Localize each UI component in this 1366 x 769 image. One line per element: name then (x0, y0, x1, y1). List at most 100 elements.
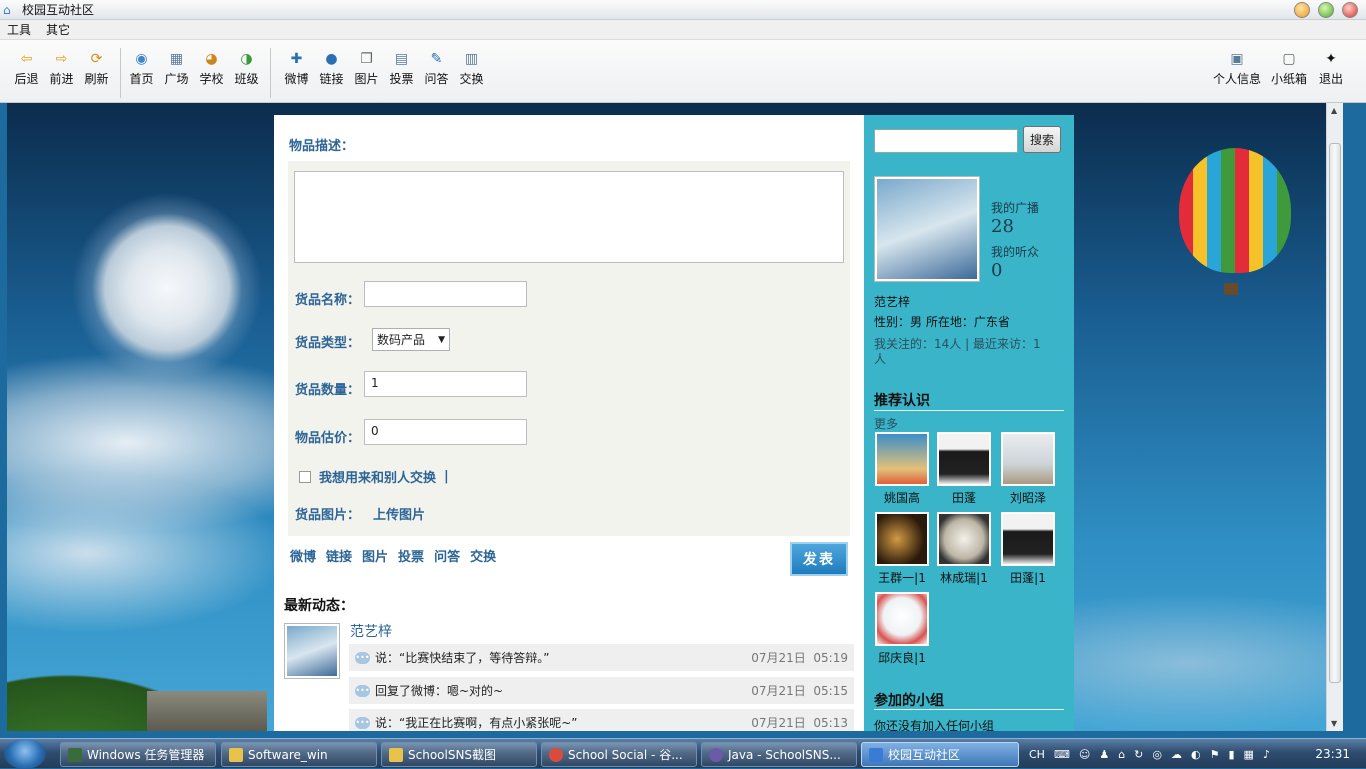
menu-other[interactable]: 其它 (46, 21, 70, 38)
item-name-input[interactable] (364, 281, 527, 307)
follow-stats: 我关注的：14人 | 最近来访：1 (874, 337, 1041, 351)
friend-card[interactable]: 田蓬|1 (1000, 512, 1056, 586)
post-type-tabs: 微博 链接 图片 投票 问答 交换 (290, 546, 496, 565)
sync-icon[interactable]: ↻ (1134, 748, 1143, 761)
tab-link[interactable]: 链接 (326, 546, 352, 565)
device-icon[interactable]: ▮ (1228, 748, 1234, 761)
mailbox-button[interactable]: ▢ 小纸箱 (1264, 50, 1314, 87)
speech-bubble-icon: ••• (355, 651, 370, 664)
scroll-down-icon[interactable]: ▼ (1331, 719, 1337, 728)
publish-button[interactable]: 发表 (790, 542, 848, 576)
search-input[interactable] (874, 129, 1018, 153)
friend-card[interactable]: 林成瑞|1 (936, 512, 992, 586)
friend-name: 姚国高 (883, 491, 920, 505)
feed-user-name[interactable]: 范艺梓 (350, 621, 392, 641)
friend-card[interactable]: 姚国高 (874, 432, 930, 506)
exchange-checkbox[interactable] (299, 470, 311, 483)
post-picture-button[interactable]: ❐ 图片 (349, 50, 384, 87)
listeners-label[interactable]: 我的听众 (991, 243, 1039, 260)
feed-item: ••• 说：“我正在比赛啊，有点小紧张呢~” 07月21日 05:13 (349, 709, 854, 731)
exchange-separator: | (444, 469, 449, 484)
back-button[interactable]: ⇦ 后退 (9, 50, 44, 87)
post-qa-button[interactable]: ✎ 问答 (419, 50, 454, 87)
class-icon: ◑ (240, 51, 253, 67)
search-button[interactable]: 搜索 (1023, 126, 1061, 153)
square-button[interactable]: ▦ 广场 (159, 50, 194, 87)
tab-exchange[interactable]: 交换 (470, 546, 496, 565)
menu-tools[interactable]: 工具 (7, 21, 31, 38)
feed-avatar[interactable] (284, 623, 340, 679)
update-icon[interactable]: ◐ (1191, 748, 1201, 761)
friend-card[interactable]: 田蓬 (936, 432, 992, 506)
flag-icon[interactable]: ⚑ (1210, 748, 1220, 761)
description-textarea[interactable] (294, 171, 844, 263)
class-button[interactable]: ◑ 班级 (229, 50, 264, 87)
clock[interactable]: 23:31 (1315, 747, 1350, 761)
task-button[interactable]: Java - SchoolSNS... (701, 742, 857, 767)
home-icon[interactable]: ⌂ (1118, 748, 1125, 761)
friend-card[interactable]: 王群一|1 (874, 512, 930, 586)
cloud-icon[interactable]: ☁ (1171, 748, 1182, 761)
profile-name[interactable]: 范艺梓 (874, 293, 910, 310)
broadcast-count[interactable]: 28 (991, 216, 1014, 237)
friend-card[interactable]: 邱庆良|1 (874, 592, 930, 666)
user-icon[interactable]: ♟ (1099, 748, 1109, 761)
recommend-heading: 推荐认识 (874, 393, 930, 409)
home-button[interactable]: ◉ 首页 (124, 50, 159, 87)
ime-icon[interactable]: ☺ (1079, 748, 1090, 761)
background-wall (147, 691, 267, 731)
language-indicator[interactable]: CH (1029, 748, 1045, 761)
post-link-button[interactable]: ● 链接 (314, 50, 349, 87)
task-button[interactable]: School Social - 谷... (541, 742, 697, 767)
profile-button[interactable]: ▣ 个人信息 (1210, 50, 1264, 87)
school-button[interactable]: ◕ 学校 (194, 50, 229, 87)
more-link[interactable]: 更多 (874, 415, 898, 432)
profile-avatar[interactable] (874, 176, 980, 282)
app-icon[interactable]: ◎ (1152, 748, 1162, 761)
exchange-checkbox-label[interactable]: 我想用来和别人交换 (319, 467, 436, 486)
volume-icon[interactable]: ♪ (1263, 748, 1270, 761)
friend-card[interactable]: 刘昭泽 (1000, 432, 1056, 506)
tab-picture[interactable]: 图片 (362, 546, 388, 565)
feed-item-date: 07月21日 (751, 716, 806, 730)
listeners-count[interactable]: 0 (991, 260, 1002, 281)
eclipse-icon (709, 747, 723, 762)
tab-weibo[interactable]: 微博 (290, 546, 316, 565)
quantity-input[interactable]: 1 (364, 371, 527, 397)
tab-vote[interactable]: 投票 (398, 546, 424, 565)
exit-button[interactable]: ✦ 退出 (1314, 50, 1348, 87)
tab-qa[interactable]: 问答 (434, 546, 460, 565)
keyboard-icon[interactable]: ⌨ (1054, 748, 1070, 761)
task-manager-icon (68, 747, 82, 762)
task-button[interactable]: Windows 任务管理器 (60, 742, 216, 767)
refresh-button[interactable]: ⟳ 刷新 (79, 50, 114, 87)
price-input[interactable]: 0 (364, 419, 527, 445)
close-button[interactable] (1342, 2, 1358, 18)
home-app-icon (869, 747, 883, 762)
task-button[interactable]: Software_win (221, 742, 377, 767)
broadcast-label[interactable]: 我的广播 (991, 199, 1039, 216)
price-label: 物品估价： (295, 431, 361, 446)
vertical-scrollbar[interactable]: ▲ ▼ (1326, 103, 1343, 731)
task-button-active[interactable]: 校园互动社区 (861, 742, 1019, 767)
profile-icon: ▣ (1230, 51, 1244, 67)
post-exchange-button[interactable]: ▥ 交换 (454, 50, 489, 87)
post-weibo-button[interactable]: ✚ 微博 (279, 50, 314, 87)
scrollbar-thumb[interactable] (1329, 143, 1341, 683)
item-type-select[interactable]: 数码产品 ▼ (372, 328, 450, 351)
forward-button[interactable]: ⇨ 前进 (44, 50, 79, 87)
task-button[interactable]: SchoolSNS截图 (381, 742, 537, 767)
post-vote-button[interactable]: ▤ 投票 (384, 50, 419, 87)
maximize-button[interactable] (1318, 2, 1334, 18)
friend-name: 田蓬 (951, 491, 976, 505)
picture-icon: ❐ (360, 51, 373, 67)
network-icon[interactable]: ▦ (1244, 748, 1254, 761)
speech-bubble-icon: ••• (355, 716, 370, 729)
minimize-button[interactable] (1294, 2, 1310, 18)
upload-image-link[interactable]: 上传图片 (373, 504, 425, 523)
start-button[interactable] (4, 739, 46, 769)
friend-name: 邱庆良|1 (878, 651, 926, 665)
scroll-up-icon[interactable]: ▲ (1331, 106, 1337, 115)
feed-item-text: 说：“我正在比赛啊，有点小紧张呢~” (375, 716, 578, 730)
feed-item-text: 说：“比赛快结束了，等待答辩。” (375, 651, 550, 665)
